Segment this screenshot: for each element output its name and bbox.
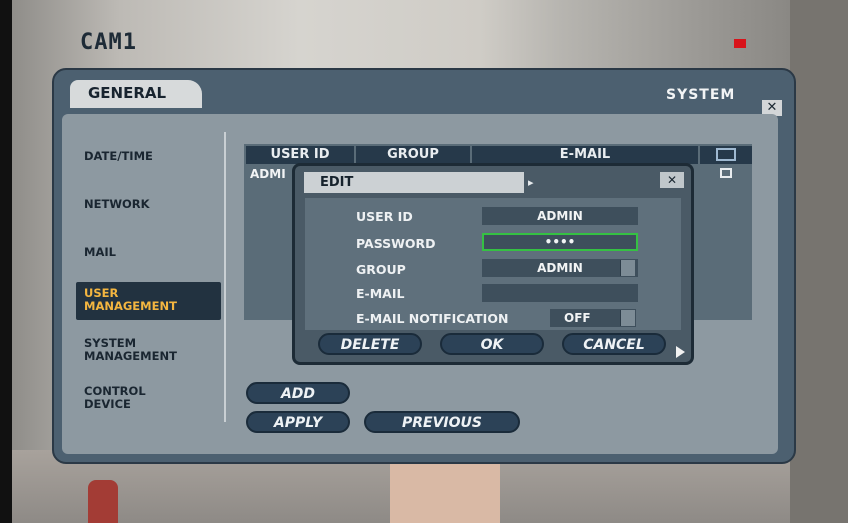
ok-button[interactable]: OK — [440, 333, 544, 355]
sidebar-item-date-time[interactable]: DATE/TIME — [84, 150, 153, 163]
dvr-screen: CAM1 GENERAL SYSTEM ✕ DATE/TIME NETWORK … — [0, 0, 848, 523]
email-notification-label: E-MAIL NOTIFICATION — [356, 311, 509, 326]
notification-spinner-icon[interactable] — [620, 310, 635, 326]
delete-button[interactable]: DELETE — [318, 333, 422, 355]
sidebar-item-user-management[interactable]: USER MANAGEMENT — [76, 282, 221, 320]
email-label: E-MAIL — [356, 286, 405, 301]
password-label: PASSWORD — [356, 236, 436, 251]
sidebar-item-system-management[interactable]: SYSTEM MANAGEMENT — [84, 337, 204, 363]
column-header-user-id: USER ID — [246, 146, 354, 164]
sidebar-item-label: USER MANAGEMENT — [84, 286, 177, 313]
add-button[interactable]: ADD — [246, 382, 350, 404]
dialog-title: EDIT — [320, 175, 354, 190]
user-id-label: USER ID — [356, 209, 413, 224]
email-field[interactable] — [482, 284, 638, 302]
camera-person — [88, 480, 118, 523]
sidebar-item-network[interactable]: NETWORK — [84, 198, 150, 211]
mail-icon — [716, 148, 736, 161]
group-spinner-icon[interactable] — [620, 260, 635, 276]
record-indicator-icon — [734, 39, 746, 48]
sidebar-divider — [224, 132, 226, 422]
column-header-group: GROUP — [356, 146, 470, 164]
camera-label: CAM1 — [80, 30, 137, 55]
previous-button[interactable]: PREVIOUS — [364, 411, 520, 433]
dialog-close-icon[interactable]: ✕ — [660, 172, 684, 188]
tab-general-label: GENERAL — [88, 84, 167, 102]
camera-edge — [0, 0, 12, 523]
notification-checkbox[interactable] — [720, 168, 732, 178]
camera-box — [390, 455, 500, 523]
arrow-right-icon: ▸ — [528, 176, 534, 189]
user-id-field[interactable]: ADMIN — [482, 207, 638, 225]
table-row-user-id[interactable]: ADMI — [250, 167, 286, 181]
camera-wall — [790, 0, 848, 523]
tab-general[interactable]: GENERAL — [70, 80, 202, 108]
apply-button[interactable]: APPLY — [246, 411, 350, 433]
password-field[interactable]: •••• — [482, 233, 638, 251]
sidebar-item-mail[interactable]: MAIL — [84, 246, 116, 259]
cancel-button[interactable]: CANCEL — [562, 333, 666, 355]
group-label: GROUP — [356, 262, 406, 277]
system-title: SYSTEM — [666, 87, 736, 103]
group-select[interactable]: ADMIN — [482, 259, 638, 277]
sidebar-item-control-device[interactable]: CONTROL DEVICE — [84, 385, 174, 411]
dialog-title-bar: EDIT — [304, 172, 524, 193]
column-header-email: E-MAIL — [472, 146, 698, 164]
mouse-cursor-icon — [676, 346, 685, 358]
